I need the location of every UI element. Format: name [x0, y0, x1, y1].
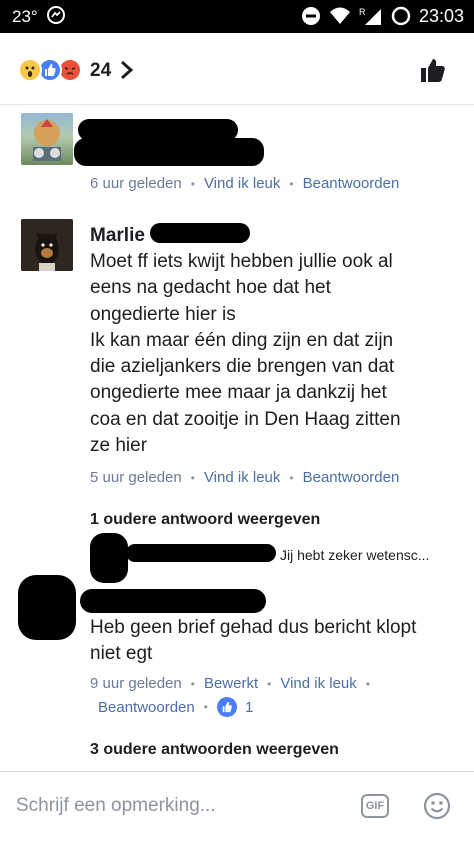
like-link[interactable]: Vind ik leuk	[204, 469, 280, 486]
gif-button[interactable]: GIF	[361, 794, 389, 818]
avatar[interactable]	[21, 113, 73, 165]
reply-actions: 9 uur geleden • Bewerkt • Vind ik leuk •	[90, 675, 379, 692]
reaction-count[interactable]: 24	[90, 60, 111, 82]
reply-timestamp: 9 uur geleden	[90, 675, 182, 692]
reactions-header: 24	[0, 33, 474, 105]
comment-line: ongedierte mee maar ja dankzij het	[90, 382, 387, 404]
like-link[interactable]: Vind ik leuk	[204, 175, 280, 192]
comment-timestamp: 5 uur geleden	[90, 469, 182, 486]
network-label: R	[359, 7, 366, 17]
do-not-disturb-icon	[301, 7, 320, 25]
battery-icon	[391, 6, 411, 26]
avatar[interactable]	[21, 219, 73, 271]
comment-text: Moet ff iets kwijt hebben jullie ook al …	[90, 249, 460, 459]
redacted-avatar	[18, 575, 76, 640]
edited-label[interactable]: Bewerkt	[204, 675, 258, 692]
reply-text: Heb geen brief gehad dus bericht klopt n…	[90, 615, 460, 668]
redacted-text	[74, 138, 264, 166]
separator-dot: •	[190, 470, 195, 485]
comment-composer: Schrijf een opmerking... GIF	[0, 771, 474, 842]
comment-timestamp: 6 uur geleden	[90, 175, 182, 192]
status-bar: 23° R 23:03	[0, 0, 474, 33]
like-link[interactable]: Vind ik leuk	[280, 675, 356, 692]
redacted-name	[80, 589, 266, 613]
comment-author[interactable]: Marlie	[90, 225, 145, 247]
comment-line: coa en dat zooitje in Den Haag zitten	[90, 408, 401, 430]
comment-line: Moet ff iets kwijt hebben jullie ook al	[90, 251, 393, 272]
reply-link[interactable]: Beantwoorden	[303, 469, 400, 486]
comment-line: die azieljankers die brengen van dat	[90, 356, 395, 378]
show-older-replies-2[interactable]: 3 oudere antwoorden weergeven	[90, 741, 339, 759]
comment-line: ongedierte hier is	[90, 303, 236, 325]
separator-dot: •	[289, 176, 294, 191]
reactions-summary[interactable]	[18, 58, 82, 82]
reply-link[interactable]: Beantwoorden	[303, 175, 400, 192]
reply-preview[interactable]: Jij hebt zeker wetensc...	[280, 547, 429, 563]
reply-link[interactable]: Beantwoorden	[98, 699, 195, 716]
wow-reaction-icon	[18, 58, 42, 82]
clock: 23:03	[418, 5, 464, 26]
comment-actions: 6 uur geleden • Vind ik leuk • Beantwoor…	[90, 175, 399, 192]
separator-dot: •	[190, 676, 195, 691]
separator-dot: •	[365, 676, 370, 691]
redacted-name	[126, 544, 276, 562]
like-count[interactable]: 1	[245, 699, 253, 716]
redacted-surname	[150, 223, 250, 243]
reply-actions-row-2: Beantwoorden • 1	[98, 697, 253, 717]
separator-dot: •	[289, 470, 294, 485]
comment-line: eens na gedacht hoe dat het	[90, 277, 331, 299]
separator-dot: •	[190, 176, 195, 191]
comment-actions: 5 uur geleden • Vind ik leuk • Beantwoor…	[90, 469, 399, 486]
chevron-right-icon[interactable]	[118, 59, 136, 81]
comment-input[interactable]: Schrijf een opmerking...	[16, 795, 216, 817]
comment-line: ze hier	[90, 435, 148, 457]
emoji-icon[interactable]	[423, 792, 451, 820]
comment-line: niet egt	[90, 643, 153, 665]
comment-line: Ik kan maar één ding zijn en dat zijn	[90, 329, 394, 351]
like-count-icon	[216, 697, 237, 717]
temperature: 23°	[12, 7, 38, 26]
redacted-avatar	[90, 533, 128, 583]
separator-dot: •	[267, 676, 272, 691]
wifi-icon	[329, 7, 350, 24]
separator-dot: •	[203, 700, 208, 714]
messenger-icon	[47, 6, 65, 24]
like-button-icon[interactable]	[420, 57, 446, 83]
signal-icon: R	[359, 7, 381, 25]
comment-line: Heb geen brief gehad dus bericht klopt	[90, 617, 417, 638]
show-older-replies[interactable]: 1 oudere antwoord weergeven	[90, 511, 320, 529]
